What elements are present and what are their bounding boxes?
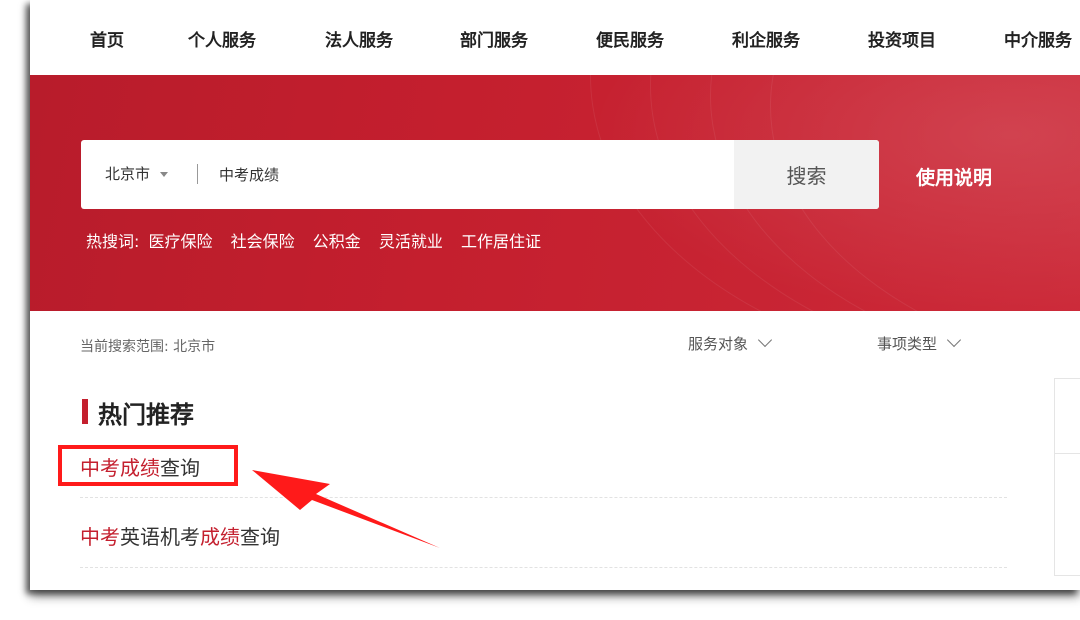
help-link[interactable]: 使用说明	[916, 163, 992, 190]
hot-word-work-residence-permit[interactable]: 工作居住证	[461, 232, 541, 251]
search-input[interactable]	[219, 158, 719, 190]
hot-word-social-insurance[interactable]: 社会保险	[231, 232, 295, 251]
divider	[197, 164, 198, 184]
row-divider	[80, 567, 1007, 568]
divider	[1055, 453, 1080, 454]
hot-words: 热搜词: 医疗保险 社会保险 公积金 灵活就业 工作居住证	[86, 228, 554, 252]
hero-banner: 北京市 搜索 使用说明 热搜词: 医疗保险 社会保险 公积金 灵活就业 工作居住…	[30, 75, 1080, 311]
result-link-zhongkao-english-score[interactable]: 中考英语机考成绩查询	[80, 521, 280, 550]
nav-agency-services[interactable]: 中介服务	[1004, 26, 1072, 51]
filter-label: 事项类型	[877, 335, 938, 353]
item-type-filter[interactable]: 事项类型	[877, 332, 962, 354]
hot-word-housing-fund[interactable]: 公积金	[313, 232, 361, 251]
search-scope: 当前搜索范围: 北京市	[80, 339, 216, 355]
section-title: 热门推荐	[98, 401, 194, 429]
result-highlight: 中考	[80, 525, 120, 549]
chevron-down-icon	[757, 332, 773, 348]
search-button[interactable]: 搜索	[734, 140, 879, 209]
search-box: 北京市 搜索	[81, 140, 879, 209]
nav-home[interactable]: 首页	[90, 26, 124, 51]
result-text: 英语机考	[120, 525, 200, 549]
nav-convenience-services[interactable]: 便民服务	[596, 26, 664, 51]
nav-business-services[interactable]: 利企服务	[732, 26, 800, 51]
hot-word-flexible-employment[interactable]: 灵活就业	[379, 232, 443, 251]
filter-label: 服务对象	[688, 335, 749, 353]
service-target-filter[interactable]: 服务对象	[688, 332, 773, 354]
annotation-highlight-box	[58, 445, 238, 486]
screenshot-page: 首页 个人服务 法人服务 部门服务 便民服务 利企服务 投资项目 中介服务 北京…	[0, 0, 1080, 620]
nav-corporate-services[interactable]: 法人服务	[325, 26, 393, 51]
side-panel	[1054, 378, 1080, 576]
annotation-arrow-icon	[252, 470, 440, 548]
hot-word-medical-insurance[interactable]: 医疗保险	[149, 232, 213, 251]
section-marker	[82, 399, 88, 424]
nav-investment-projects[interactable]: 投资项目	[868, 26, 936, 51]
page-margin	[0, 0, 30, 600]
nav-personal-services[interactable]: 个人服务	[188, 26, 256, 51]
result-highlight: 成绩	[200, 525, 240, 549]
hot-words-label: 热搜词:	[86, 232, 140, 251]
row-divider	[80, 497, 1007, 498]
nav-department-services[interactable]: 部门服务	[460, 26, 528, 51]
region-label: 北京市	[105, 165, 151, 183]
top-navigation: 首页 个人服务 法人服务 部门服务 便民服务 利企服务 投资项目 中介服务	[30, 0, 1080, 75]
region-select[interactable]: 北京市	[105, 163, 169, 184]
browser-frame: 首页 个人服务 法人服务 部门服务 便民服务 利企服务 投资项目 中介服务 北京…	[30, 0, 1080, 590]
chevron-down-icon	[946, 332, 962, 348]
caret-down-icon	[160, 172, 169, 177]
